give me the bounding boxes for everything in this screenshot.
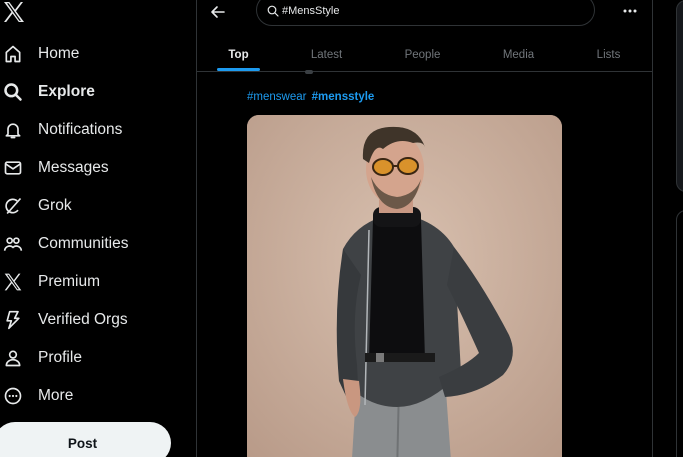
nav-verified-orgs-label: Verified Orgs bbox=[38, 311, 128, 328]
search-tabs: Top Latest People Media Lists bbox=[197, 38, 653, 72]
nav-explore-label: Explore bbox=[38, 83, 95, 100]
right-sidebar-card bbox=[676, 0, 683, 192]
search-value: #MensStyle bbox=[282, 5, 340, 17]
person-icon bbox=[2, 347, 24, 369]
main-column: #MensStyle Top Latest People Media Lists… bbox=[196, 0, 653, 457]
nav-profile-label: Profile bbox=[38, 349, 82, 366]
grok-icon bbox=[2, 195, 24, 217]
home-icon bbox=[2, 43, 24, 65]
menswear-photo bbox=[247, 115, 562, 457]
nav-grok-label: Grok bbox=[38, 197, 72, 214]
nav-home-label: Home bbox=[38, 45, 80, 62]
hashtag-link[interactable]: #menswear bbox=[247, 91, 306, 103]
tab-media[interactable]: Media bbox=[477, 38, 560, 71]
nav-notifications-label: Notifications bbox=[38, 121, 123, 138]
nav-messages-label: Messages bbox=[38, 159, 109, 176]
more-circle-icon bbox=[2, 385, 24, 407]
post-image[interactable] bbox=[247, 115, 562, 457]
more-options-icon[interactable] bbox=[623, 9, 637, 13]
search-icon bbox=[267, 5, 279, 17]
right-sidebar-card bbox=[676, 210, 683, 457]
tab-lists[interactable]: Lists bbox=[567, 38, 650, 71]
tab-people[interactable]: People bbox=[381, 38, 464, 71]
nav-premium-label: Premium bbox=[38, 273, 101, 290]
envelope-icon bbox=[2, 157, 24, 179]
x-logo-icon bbox=[2, 271, 24, 293]
previous-text-fragment bbox=[305, 70, 313, 74]
search-input[interactable]: #MensStyle bbox=[256, 0, 595, 26]
hashtag-link[interactable]: #mensstyle bbox=[312, 91, 375, 103]
search-icon bbox=[2, 81, 24, 103]
bell-icon bbox=[2, 119, 24, 141]
post-button[interactable]: Post bbox=[0, 422, 171, 457]
lightning-icon bbox=[2, 309, 24, 331]
tab-latest[interactable]: Latest bbox=[285, 38, 368, 71]
x-logo-icon[interactable] bbox=[2, 1, 26, 23]
nav-more-label: More bbox=[38, 387, 74, 404]
people-icon bbox=[2, 233, 24, 255]
post-hashtags: #menswear #mensstyle bbox=[247, 91, 374, 103]
nav-communities-label: Communities bbox=[38, 235, 129, 252]
left-sidebar: Home Explore Notifications Messages Grok… bbox=[0, 0, 196, 457]
active-tab-indicator bbox=[217, 68, 260, 71]
tab-top[interactable]: Top bbox=[197, 38, 280, 71]
back-arrow-icon[interactable] bbox=[210, 4, 226, 20]
